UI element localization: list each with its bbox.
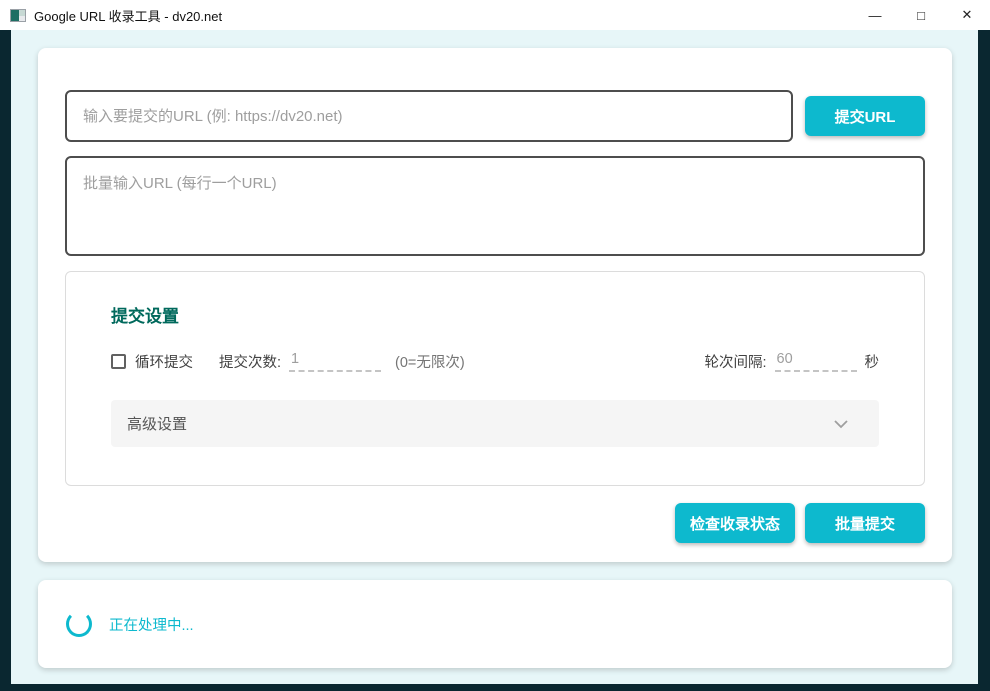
loading-spinner-icon [66,611,92,637]
app-background: 提交URL 提交设置 循环提交 提交次数: (0=无限次) 轮次间隔: 秒 高级… [11,30,978,684]
url-input[interactable] [65,90,793,142]
title-bar: Google URL 收录工具 - dv20.net — □ ✕ [0,0,990,30]
submit-times-input[interactable] [289,351,381,372]
advanced-settings-toggle[interactable]: 高级设置 [111,400,879,447]
main-panel: 提交URL 提交设置 循环提交 提交次数: (0=无限次) 轮次间隔: 秒 高级… [38,48,952,562]
app-icon [10,9,26,22]
check-index-status-button[interactable]: 检查收录状态 [675,503,795,543]
window-controls: — □ ✕ [852,0,990,30]
settings-row: 循环提交 提交次数: (0=无限次) 轮次间隔: 秒 [111,351,879,372]
maximize-icon[interactable]: □ [898,0,944,30]
batch-submit-button[interactable]: 批量提交 [805,503,925,543]
settings-title: 提交设置 [111,302,879,327]
loop-submit-label: 循环提交 [135,351,193,372]
action-buttons-row: 检查收录状态 批量提交 [65,503,925,543]
submit-url-button[interactable]: 提交URL [805,96,925,136]
interval-unit-label: 秒 [865,351,880,372]
submit-times-hint: (0=无限次) [395,351,465,372]
window-title: Google URL 收录工具 - dv20.net [34,6,222,25]
close-icon[interactable]: ✕ [944,0,990,30]
loop-submit-checkbox[interactable] [111,354,126,369]
processing-status-text: 正在处理中... [109,614,194,635]
status-panel: 正在处理中... [38,580,952,668]
advanced-settings-label: 高级设置 [127,413,187,434]
round-interval-label: 轮次间隔: [704,351,766,372]
submit-times-label: 提交次数: [219,351,281,372]
chevron-down-icon [833,417,849,431]
submit-settings-panel: 提交设置 循环提交 提交次数: (0=无限次) 轮次间隔: 秒 高级设置 [65,271,925,486]
round-interval-input[interactable] [775,351,857,372]
minimize-icon[interactable]: — [852,0,898,30]
batch-url-textarea[interactable] [65,156,925,256]
single-url-row: 提交URL [65,90,925,142]
